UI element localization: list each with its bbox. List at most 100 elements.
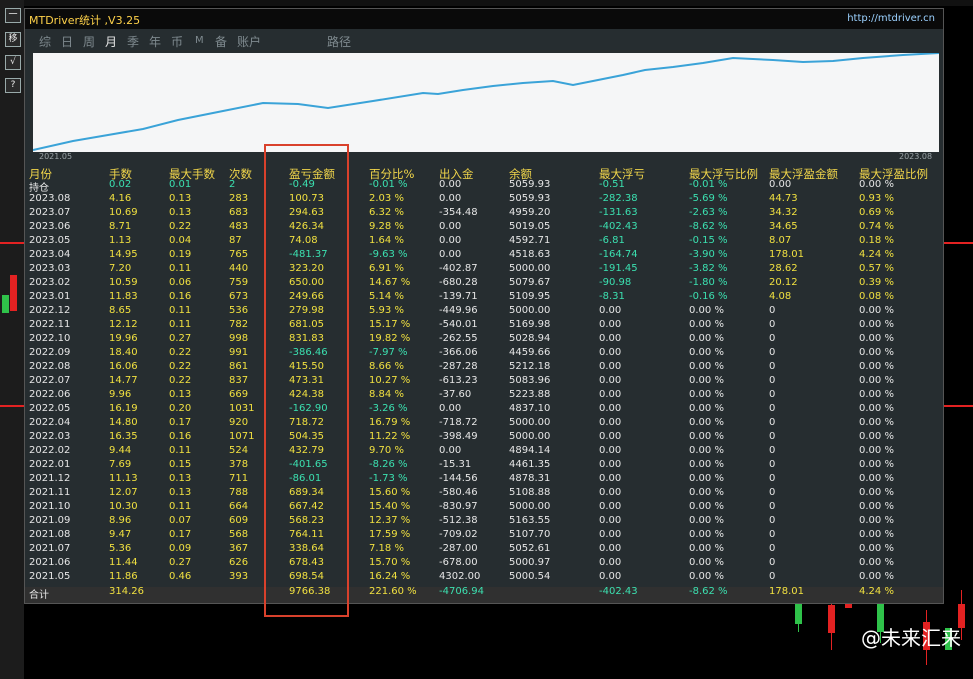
cell-max-float-profit: 0	[769, 515, 776, 526]
tab-year[interactable]: 年	[149, 33, 161, 50]
tab-day[interactable]: 日	[61, 33, 73, 50]
cell-deposit: -144.56	[439, 473, 478, 484]
cell-max-float-profit-pct: 0.00 %	[859, 515, 894, 526]
cell-lots: 7.20	[109, 263, 132, 274]
cell-max-float-profit: 0	[769, 459, 776, 470]
cell-count: 1071	[229, 431, 255, 442]
cell-max-lots: 0.13	[169, 193, 192, 204]
cell-month: 2021.05	[29, 571, 71, 582]
price-line-right	[942, 242, 973, 244]
cell-percent: 15.70 %	[369, 557, 411, 568]
cell-max-float-profit-pct: 0.93 %	[859, 193, 894, 204]
summary-deposit: -4706.94	[439, 586, 484, 597]
cell-deposit: -540.01	[439, 319, 478, 330]
cell-deposit: -366.06	[439, 347, 478, 358]
cell-count: 920	[229, 417, 249, 428]
cell-max-float-profit: 34.65	[769, 221, 798, 232]
tab-overview[interactable]: 综	[39, 33, 51, 50]
summary-max-float-profit: 178.01	[769, 586, 804, 597]
cell-month: 2022.06	[29, 389, 71, 400]
tab-month[interactable]: 月	[105, 33, 117, 50]
cell-month: 2022.12	[29, 305, 71, 316]
cell-max-float-loss-pct: 0.00 %	[689, 431, 724, 442]
cell-max-float-profit-pct: 0.00 %	[859, 543, 894, 554]
minimize-button[interactable]: 一	[5, 8, 21, 23]
cell-percent: -8.26 %	[369, 459, 408, 470]
cell-max-float-loss: -282.38	[599, 193, 638, 204]
cell-balance: 5000.00	[509, 431, 551, 442]
cell-balance: 5083.96	[509, 375, 551, 386]
watermark: @未来汇来	[861, 626, 961, 650]
cell-max-float-loss: 0.00	[599, 445, 622, 456]
cell-max-lots: 0.16	[169, 431, 192, 442]
site-link[interactable]: http://mtdriver.cn	[847, 13, 935, 24]
cell-deposit: 0.00	[439, 403, 462, 414]
cell-balance: 4894.14	[509, 445, 551, 456]
tab-week[interactable]: 周	[83, 33, 95, 50]
cell-balance: 5028.94	[509, 333, 551, 344]
cell-deposit: 0.00	[439, 445, 462, 456]
cell-count: 609	[229, 515, 249, 526]
cell-percent: 11.22 %	[369, 431, 411, 442]
cell-max-float-profit-pct: 0.00 %	[859, 319, 894, 330]
tab-quarter[interactable]: 季	[127, 33, 139, 50]
tab-currency[interactable]: 币	[171, 33, 183, 50]
cell-month: 2023.03	[29, 263, 71, 274]
cell-max-lots: 0.06	[169, 277, 192, 288]
cell-balance: 5000.00	[509, 263, 551, 274]
cell-max-float-loss-pct: -0.15 %	[689, 235, 728, 246]
check-button[interactable]: √	[5, 55, 21, 70]
cell-count: 378	[229, 459, 249, 470]
cell-balance: 5108.88	[509, 487, 551, 498]
move-button[interactable]: 移	[5, 32, 21, 47]
cell-max-float-profit-pct: 0.74 %	[859, 221, 894, 232]
cell-max-float-loss: 0.00	[599, 571, 622, 582]
cell-lots: 14.80	[109, 417, 138, 428]
cell-deposit: 0.00	[439, 249, 462, 260]
tab-m[interactable]: M	[195, 35, 204, 46]
cell-balance: 4592.71	[509, 235, 551, 246]
cell-max-lots: 0.13	[169, 473, 192, 484]
cell-max-float-profit: 44.73	[769, 193, 798, 204]
cell-max-float-profit-pct: 0.08 %	[859, 291, 894, 302]
cell-percent: 1.64 %	[369, 235, 404, 246]
cell-max-lots: 0.11	[169, 263, 192, 274]
cell-max-float-loss-pct: 0.00 %	[689, 333, 724, 344]
cell-max-lots: 0.11	[169, 445, 192, 456]
candle	[795, 602, 802, 624]
cell-max-float-loss-pct: -3.90 %	[689, 249, 728, 260]
help-button[interactable]: ?	[5, 78, 21, 93]
cell-count: 664	[229, 501, 249, 512]
cell-balance: 5059.93	[509, 193, 551, 204]
cell-max-float-loss-pct: 0.00 %	[689, 459, 724, 470]
cell-max-float-loss-pct: 0.00 %	[689, 529, 724, 540]
cell-count: 440	[229, 263, 249, 274]
cell-percent: -0.01 %	[369, 179, 408, 190]
cell-lots: 19.96	[109, 333, 138, 344]
chart-end-date: 2023.08	[899, 152, 933, 161]
cell-month: 2022.11	[29, 319, 71, 330]
cell-max-float-profit-pct: 0.00 %	[859, 333, 894, 344]
cell-max-lots: 0.16	[169, 291, 192, 302]
cell-max-float-profit-pct: 0.69 %	[859, 207, 894, 218]
cell-max-float-loss: 0.00	[599, 389, 622, 400]
cell-percent: 16.79 %	[369, 417, 411, 428]
left-toolbar: 一 移 √ ?	[0, 0, 24, 679]
cell-lots: 14.95	[109, 249, 138, 260]
cell-max-float-profit-pct: 0.00 %	[859, 459, 894, 470]
candle	[2, 295, 9, 313]
cell-max-float-loss: 0.00	[599, 529, 622, 540]
cell-max-float-loss: 0.00	[599, 375, 622, 386]
price-level-left	[0, 405, 24, 407]
cell-max-float-loss-pct: 0.00 %	[689, 473, 724, 484]
tab-path[interactable]: 路径	[327, 33, 351, 50]
cell-count: 861	[229, 361, 249, 372]
cell-max-float-loss-pct: 0.00 %	[689, 305, 724, 316]
tab-account[interactable]: 账户	[237, 33, 261, 50]
cell-lots: 0.02	[109, 179, 132, 190]
tab-notes[interactable]: 备	[215, 33, 227, 50]
cell-deposit: 0.00	[439, 221, 462, 232]
cell-balance: 5079.67	[509, 277, 551, 288]
cell-deposit: -15.31	[439, 459, 472, 470]
price-level-right	[942, 405, 973, 407]
